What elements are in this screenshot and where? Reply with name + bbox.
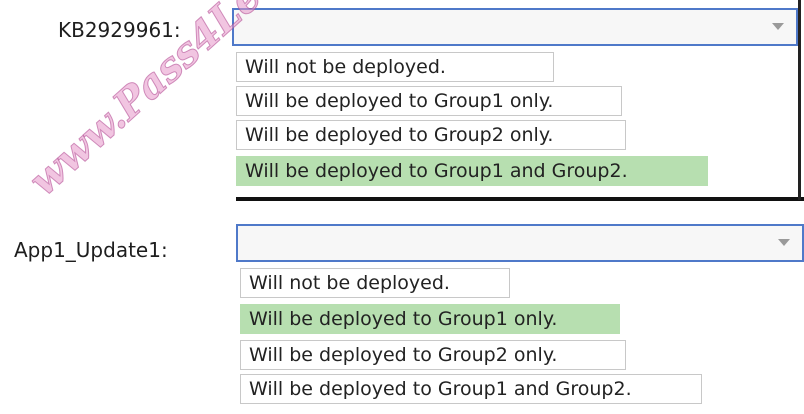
chevron-down-icon[interactable] bbox=[772, 23, 784, 30]
kb2929961-option-group2-only[interactable]: Will be deployed to Group2 only. bbox=[236, 120, 626, 150]
kb2929961-option-group1-only[interactable]: Will be deployed to Group1 only. bbox=[236, 86, 622, 116]
kb2929961-option-not-deployed[interactable]: Will not be deployed. bbox=[236, 52, 554, 82]
app1-update1-option-group2-only[interactable]: Will be deployed to Group2 only. bbox=[240, 340, 626, 370]
app1-update1-label: App1_Update1: bbox=[14, 238, 168, 262]
app1-update1-option-not-deployed[interactable]: Will not be deployed. bbox=[240, 268, 510, 298]
app1-update1-dropdown[interactable] bbox=[236, 224, 804, 262]
app1-update1-option-group1-only[interactable]: Will be deployed to Group1 only. bbox=[240, 304, 620, 334]
kb2929961-label: KB2929961: bbox=[58, 18, 181, 42]
kb2929961-option-group1-and-group2[interactable]: Will be deployed to Group1 and Group2. bbox=[236, 156, 708, 186]
app1-update1-option-group1-and-group2[interactable]: Will be deployed to Group1 and Group2. bbox=[240, 374, 702, 404]
panel-edge bbox=[798, 0, 801, 200]
kb2929961-dropdown[interactable] bbox=[232, 8, 798, 46]
section-divider bbox=[236, 197, 804, 201]
chevron-down-icon[interactable] bbox=[778, 239, 790, 246]
